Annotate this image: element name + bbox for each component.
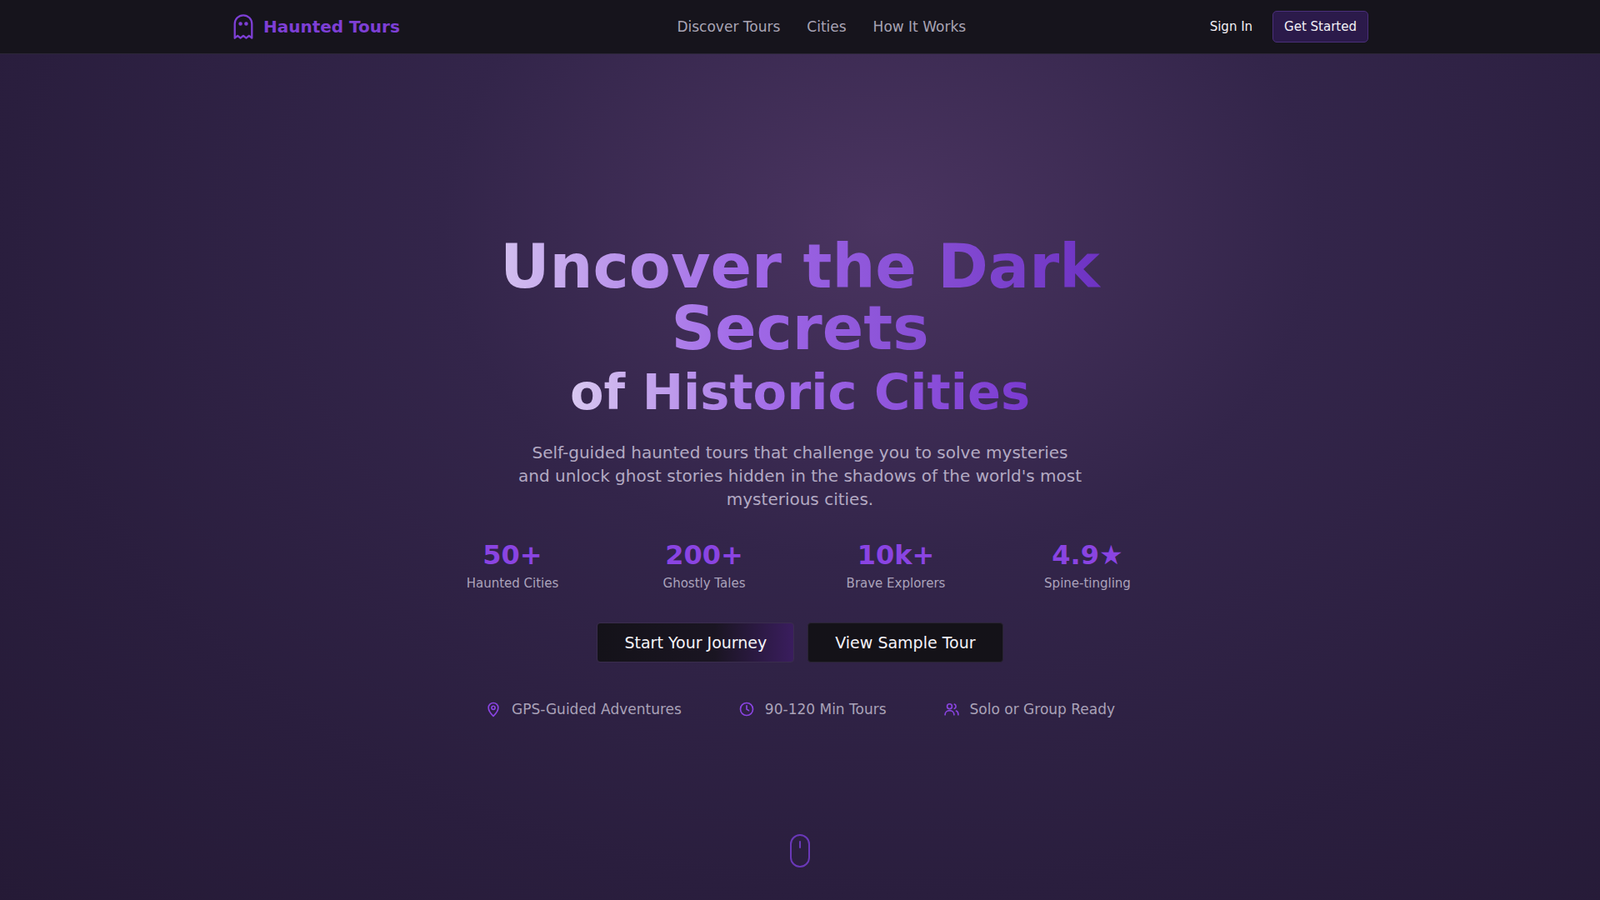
- hero: Uncover the Dark Secretsof Historic Citi…: [0, 54, 1600, 900]
- stat: 4.9★ Spine-tingling: [991, 539, 1184, 591]
- feature-label: GPS-Guided Adventures: [511, 700, 682, 718]
- nav-link[interactable]: How It Works: [873, 18, 966, 35]
- clock-icon: [738, 700, 755, 718]
- get-started-button[interactable]: Get Started: [1272, 10, 1369, 43]
- ghost-icon: [231, 13, 255, 40]
- feature-label: Solo or Group Ready: [970, 700, 1115, 718]
- feature: 90-120 Min Tours: [738, 700, 887, 718]
- stat-value: 10k+: [857, 539, 935, 571]
- start-journey-button[interactable]: Start Your Journey: [596, 622, 795, 663]
- feature: Solo or Group Ready: [943, 700, 1115, 718]
- users-icon: [943, 700, 960, 718]
- feature-label: 90-120 Min Tours: [765, 700, 887, 718]
- stats: 50+ Haunted Cities 200+ Ghostly Tales 10k+ Br…: [416, 539, 1184, 591]
- navbar: Haunted Tours Discover Tours Cities How It …: [0, 0, 1600, 55]
- stat-label: Brave Explorers: [846, 575, 946, 591]
- nav-links: Discover Tours Cities How It Works: [676, 18, 966, 35]
- title-line: Uncover the Dark Secrets: [475, 235, 1125, 360]
- features: GPS-Guided Adventures 90-120 Min Tours Sol…: [485, 700, 1115, 718]
- logo-text[interactable]: Haunted Tours: [263, 16, 400, 37]
- stat-label: Haunted Cities: [466, 575, 560, 591]
- stat-label: Spine-tingling: [1044, 575, 1131, 591]
- nav-link[interactable]: Cities: [806, 18, 846, 35]
- nav-link[interactable]: Discover Tours: [676, 18, 780, 35]
- sample-tour-button[interactable]: View Sample Tour: [807, 622, 1003, 663]
- stat-value: 4.9★: [1051, 539, 1123, 571]
- stat: 200+ Ghostly Tales: [608, 539, 800, 591]
- hero-buttons: Start Your Journey View Sample Tour: [596, 622, 1003, 663]
- hero-subtitle: Self-guided haunted tours that challenge…: [516, 440, 1084, 511]
- nav-actions: Sign In Get Started: [1210, 10, 1369, 43]
- stat-label: Ghostly Tales: [663, 575, 746, 591]
- title-line: of Historic Cities: [570, 362, 1030, 423]
- stat: 10k+ Brave Explorers: [800, 539, 992, 591]
- map-pin-icon: [485, 700, 502, 718]
- hero-title: Uncover the Dark Secretsof Historic Citi…: [475, 235, 1125, 423]
- logo[interactable]: Haunted Tours: [231, 13, 400, 40]
- scroll-mouse-icon: [789, 833, 811, 869]
- stat: 50+ Haunted Cities: [416, 539, 609, 591]
- feature: GPS-Guided Adventures: [485, 700, 682, 718]
- stat-value: 50+: [482, 539, 542, 571]
- nav-inner: Haunted Tours Discover Tours Cities How It …: [231, 0, 1369, 54]
- stat-value: 200+: [665, 539, 744, 571]
- sign-in-button[interactable]: Sign In: [1210, 19, 1253, 35]
